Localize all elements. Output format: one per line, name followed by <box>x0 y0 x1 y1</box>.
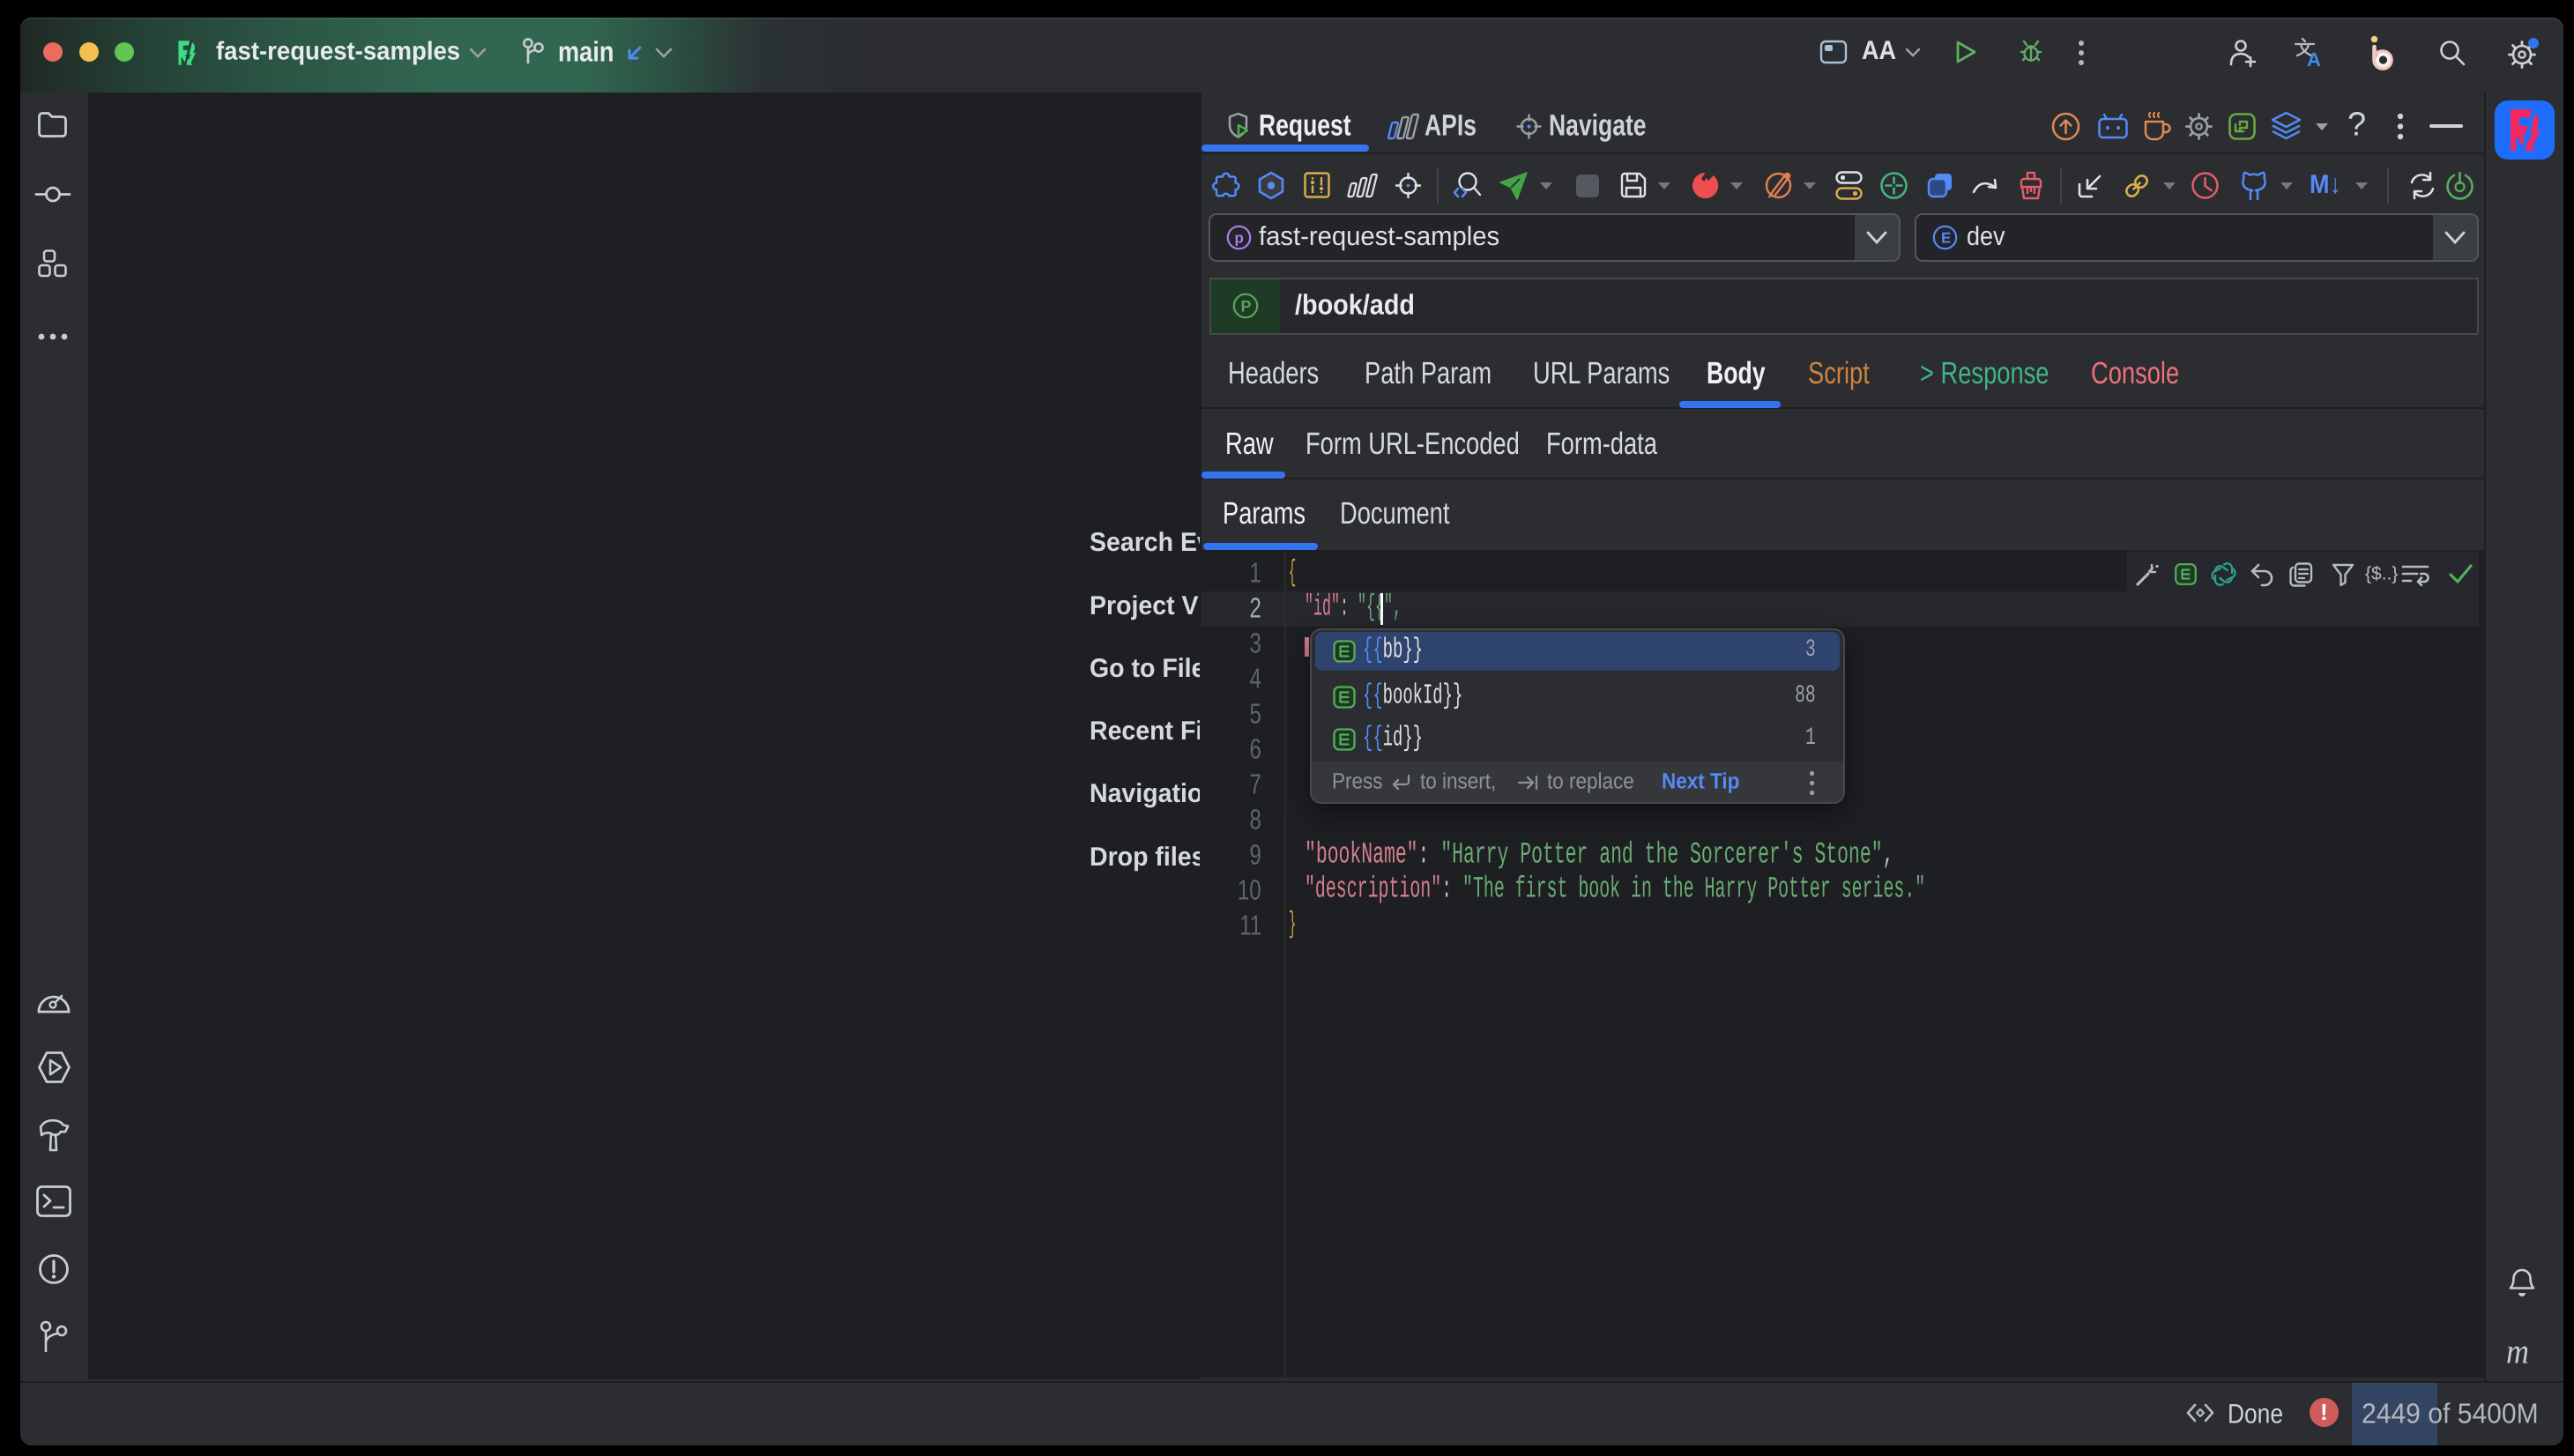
svg-text:A: A <box>2307 48 2321 71</box>
svg-text:P: P <box>1241 298 1252 316</box>
svg-text:p: p <box>1235 230 1244 247</box>
svg-text:E: E <box>1941 230 1951 247</box>
